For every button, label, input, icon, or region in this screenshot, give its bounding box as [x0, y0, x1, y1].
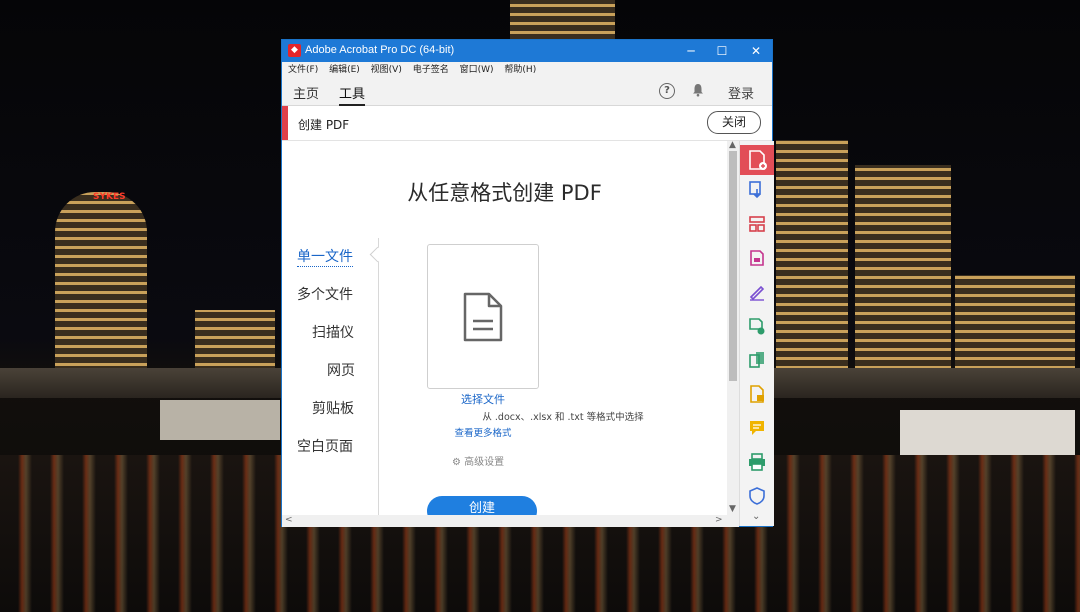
close-tool-button[interactable]: 关闭: [707, 111, 761, 134]
tab-bar: 主页 工具 ? 登录: [282, 78, 772, 106]
protect-icon[interactable]: [748, 487, 766, 505]
gear-icon: ⚙: [452, 457, 461, 468]
comment-icon[interactable]: [748, 419, 766, 437]
menu-help[interactable]: 帮助(H): [504, 62, 536, 78]
print-production-icon[interactable]: [748, 453, 766, 471]
building: [776, 140, 848, 375]
more-formats-link[interactable]: 查看更多格式: [282, 425, 684, 439]
building: [855, 165, 951, 375]
tab-tools[interactable]: 工具: [339, 83, 366, 106]
menu-esign[interactable]: 电子签名: [413, 62, 449, 78]
tool-header: 创建 PDF 关闭: [282, 106, 772, 141]
acrobat-icon: ◆: [288, 44, 301, 57]
create-button[interactable]: 创建: [427, 496, 537, 515]
document-icon: [463, 292, 503, 342]
scroll-thumb[interactable]: [729, 151, 737, 381]
nav-selection-pointer: [369, 246, 386, 263]
building: [195, 310, 275, 372]
scroll-down-icon[interactable]: ▼: [729, 504, 736, 514]
menu-bar: 文件(F) 编辑(E) 视图(V) 电子签名 窗口(W) 帮助(H): [282, 62, 772, 78]
send-signature-icon[interactable]: [748, 317, 766, 335]
format-hint: 从 .docx、.xlsx 和 .txt 等格式中选择: [482, 412, 644, 423]
nav-single-file[interactable]: 单一文件: [297, 246, 353, 267]
rail-expand-icon[interactable]: ⌄: [752, 511, 760, 522]
scroll-right-icon[interactable]: >: [715, 515, 723, 525]
minimize-button[interactable]: ─: [674, 40, 708, 62]
create-pdf-icon[interactable]: [740, 145, 774, 175]
acrobat-window: ◆ Adobe Acrobat Pro DC (64-bit) ─ ☐ ✕ 文件…: [281, 39, 774, 527]
comment-file-icon[interactable]: [748, 385, 766, 403]
fill-sign-icon[interactable]: [748, 283, 766, 301]
tool-accent-bar: [282, 106, 288, 140]
vertical-scrollbar[interactable]: ▲ ▼: [727, 140, 739, 515]
tower-building: [55, 192, 147, 372]
close-window-button[interactable]: ✕: [739, 40, 773, 62]
building: [955, 275, 1075, 375]
building-sign: SYKES: [93, 192, 126, 202]
export-pdf-icon[interactable]: [748, 181, 766, 199]
scroll-up-icon[interactable]: ▲: [729, 140, 736, 150]
scroll-left-icon[interactable]: <: [285, 515, 293, 525]
compress-pdf-icon[interactable]: [748, 351, 766, 369]
nav-multiple-files[interactable]: 多个文件: [297, 284, 353, 304]
create-pdf-panel: 从任意格式创建 PDF 单一文件 多个文件 扫描仪 网页 剪贴板 空白页面 选择…: [282, 141, 727, 515]
menu-file[interactable]: 文件(F): [288, 62, 318, 78]
nav-blank-page[interactable]: 空白页面: [297, 436, 353, 456]
tools-rail: ⌄: [739, 141, 774, 526]
advanced-settings-label: 高级设置: [464, 457, 505, 468]
page-title: 从任意格式创建 PDF: [407, 181, 602, 205]
menu-view[interactable]: 视图(V): [371, 62, 402, 78]
tool-title: 创建 PDF: [298, 118, 350, 132]
maximize-button[interactable]: ☐: [705, 40, 739, 62]
organize-pages-icon[interactable]: [748, 215, 766, 233]
advanced-settings[interactable]: ⚙ 高级设置: [452, 453, 504, 468]
window-title: Adobe Acrobat Pro DC (64-bit): [305, 44, 455, 56]
nav-divider: [378, 238, 379, 515]
nav-webpage[interactable]: 网页: [327, 360, 355, 380]
edit-pdf-icon[interactable]: [748, 249, 766, 267]
select-file-link[interactable]: 选择文件: [282, 391, 684, 407]
building: [160, 400, 280, 440]
menu-window[interactable]: 窗口(W): [460, 62, 494, 78]
bell-icon[interactable]: [691, 83, 705, 97]
menu-edit[interactable]: 编辑(E): [329, 62, 360, 78]
horizontal-scrollbar[interactable]: < >: [282, 515, 739, 527]
login-link[interactable]: 登录: [728, 83, 754, 102]
tab-home[interactable]: 主页: [293, 83, 319, 102]
help-icon[interactable]: ?: [659, 83, 675, 99]
file-drop-area[interactable]: [427, 244, 539, 389]
title-bar: ◆ Adobe Acrobat Pro DC (64-bit) ─ ☐ ✕: [282, 40, 772, 62]
nav-scanner[interactable]: 扫描仪: [312, 322, 354, 342]
building: [510, 0, 615, 40]
